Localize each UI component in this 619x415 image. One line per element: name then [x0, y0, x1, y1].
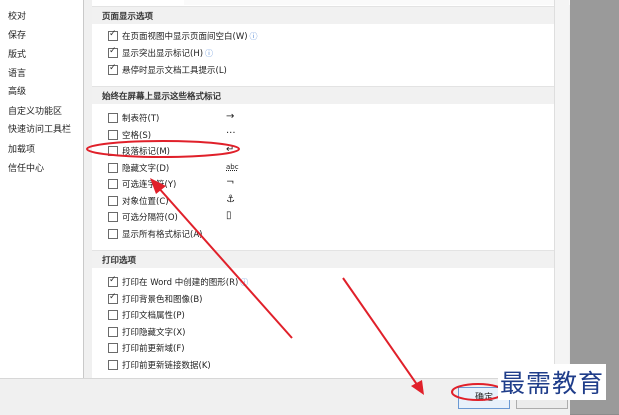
checkbox-icon[interactable]	[108, 146, 118, 156]
option-label: 可选分隔符(O)	[122, 213, 178, 223]
option-label: 可选连字符(Y)	[122, 180, 177, 190]
checkbox-icon[interactable]	[108, 229, 118, 239]
watermark-logo: 最需教育	[498, 364, 607, 400]
checkbox-icon[interactable]	[108, 179, 118, 189]
option-label: 空格(S)	[122, 131, 152, 141]
checkbox-icon[interactable]	[108, 327, 118, 337]
checkbox-icon[interactable]	[108, 310, 118, 320]
sidebar-item-save[interactable]: 保存	[8, 28, 26, 41]
hyphen-mark-icon: ¬	[226, 177, 235, 188]
section-header-formatting-marks: 始终在屏幕上显示这些格式标记	[92, 86, 554, 104]
option-label: 打印在 Word 中创建的图形(R)	[122, 278, 239, 288]
checkbox-icon[interactable]	[108, 196, 118, 206]
checkbox-icon[interactable]	[108, 360, 118, 370]
checkbox-icon[interactable]	[108, 46, 118, 58]
option-label: 在页面视图中显示页面间空白(W)	[122, 32, 248, 42]
checkbox-icon[interactable]	[108, 343, 118, 353]
options-sidebar: 校对 保存 版式 语言 高级 自定义功能区 快速访问工具栏 加载项 信任中心	[0, 0, 84, 378]
sidebar-item-add-ins[interactable]: 加载项	[8, 142, 35, 155]
option-label: 显示所有格式标记(A)	[122, 230, 203, 240]
checkbox-icon[interactable]	[108, 163, 118, 173]
option-label: 打印背景色和图像(B)	[122, 295, 203, 305]
option-label: 显示突出显示标记(H)	[122, 49, 204, 59]
option-label: 悬停时显示文档工具提示(L)	[122, 66, 227, 76]
sidebar-item-language[interactable]: 语言	[8, 66, 26, 79]
paragraph-mark-icon: ↵	[226, 144, 235, 155]
checkbox-icon[interactable]	[108, 29, 118, 41]
hidden-text-mark-icon: abc	[226, 163, 239, 171]
section-header-print-options: 打印选项	[92, 250, 554, 268]
section-title: 始终在屏幕上显示这些格式标记	[102, 92, 222, 102]
option-label: 制表符(T)	[122, 114, 160, 124]
sidebar-item-customize-ribbon[interactable]: 自定义功能区	[8, 104, 62, 117]
option-label: 打印文档属性(P)	[122, 311, 185, 321]
display-options-panel: 页面显示选项 在页面视图中显示页面间空白(W)ⓘ 显示突出显示标记(H)ⓘ 悬停…	[92, 0, 619, 378]
checkbox-icon[interactable]	[108, 130, 118, 140]
sidebar-item-proofing[interactable]: 校对	[8, 9, 26, 22]
option-label: 打印前更新链接数据(K)	[122, 361, 211, 371]
sidebar-item-typography[interactable]: 版式	[8, 47, 26, 60]
sidebar-item-advanced[interactable]: 高级	[8, 84, 26, 97]
background-window	[570, 0, 619, 414]
vertical-scrollbar[interactable]	[554, 0, 569, 378]
sidebar-item-quick-access-toolbar[interactable]: 快速访问工具栏	[8, 122, 71, 135]
space-mark-icon: ···	[226, 128, 236, 139]
checkbox-icon[interactable]	[108, 292, 118, 304]
dialog-footer: 确定	[0, 378, 570, 415]
word-options-dialog: 校对 保存 版式 语言 高级 自定义功能区 快速访问工具栏 加载项 信任中心 页…	[0, 0, 619, 415]
info-icon: ⓘ	[240, 278, 249, 287]
checkbox-icon[interactable]	[108, 113, 118, 123]
option-label: 打印前更新域(F)	[122, 344, 185, 354]
info-icon: ⓘ	[249, 32, 258, 41]
option-label: 段落标记(M)	[122, 147, 170, 157]
section-title: 页面显示选项	[102, 12, 154, 22]
info-icon: ⓘ	[205, 49, 214, 58]
checkbox-icon[interactable]	[108, 275, 118, 287]
option-label: 对象位置(C)	[122, 197, 169, 207]
checkbox-icon[interactable]	[108, 212, 118, 222]
option-label: 打印隐藏文字(X)	[122, 328, 186, 338]
sidebar-item-trust-center[interactable]: 信任中心	[8, 161, 44, 174]
tab-mark-icon: →	[226, 111, 235, 122]
anchor-icon: ⚓	[226, 194, 235, 205]
section-header-page-display: 页面显示选项	[92, 6, 554, 24]
checkbox-icon[interactable]	[108, 63, 118, 75]
section-title: 打印选项	[102, 256, 137, 266]
option-label: 隐藏文字(D)	[122, 164, 170, 174]
optional-break-icon: ▯	[226, 210, 232, 221]
